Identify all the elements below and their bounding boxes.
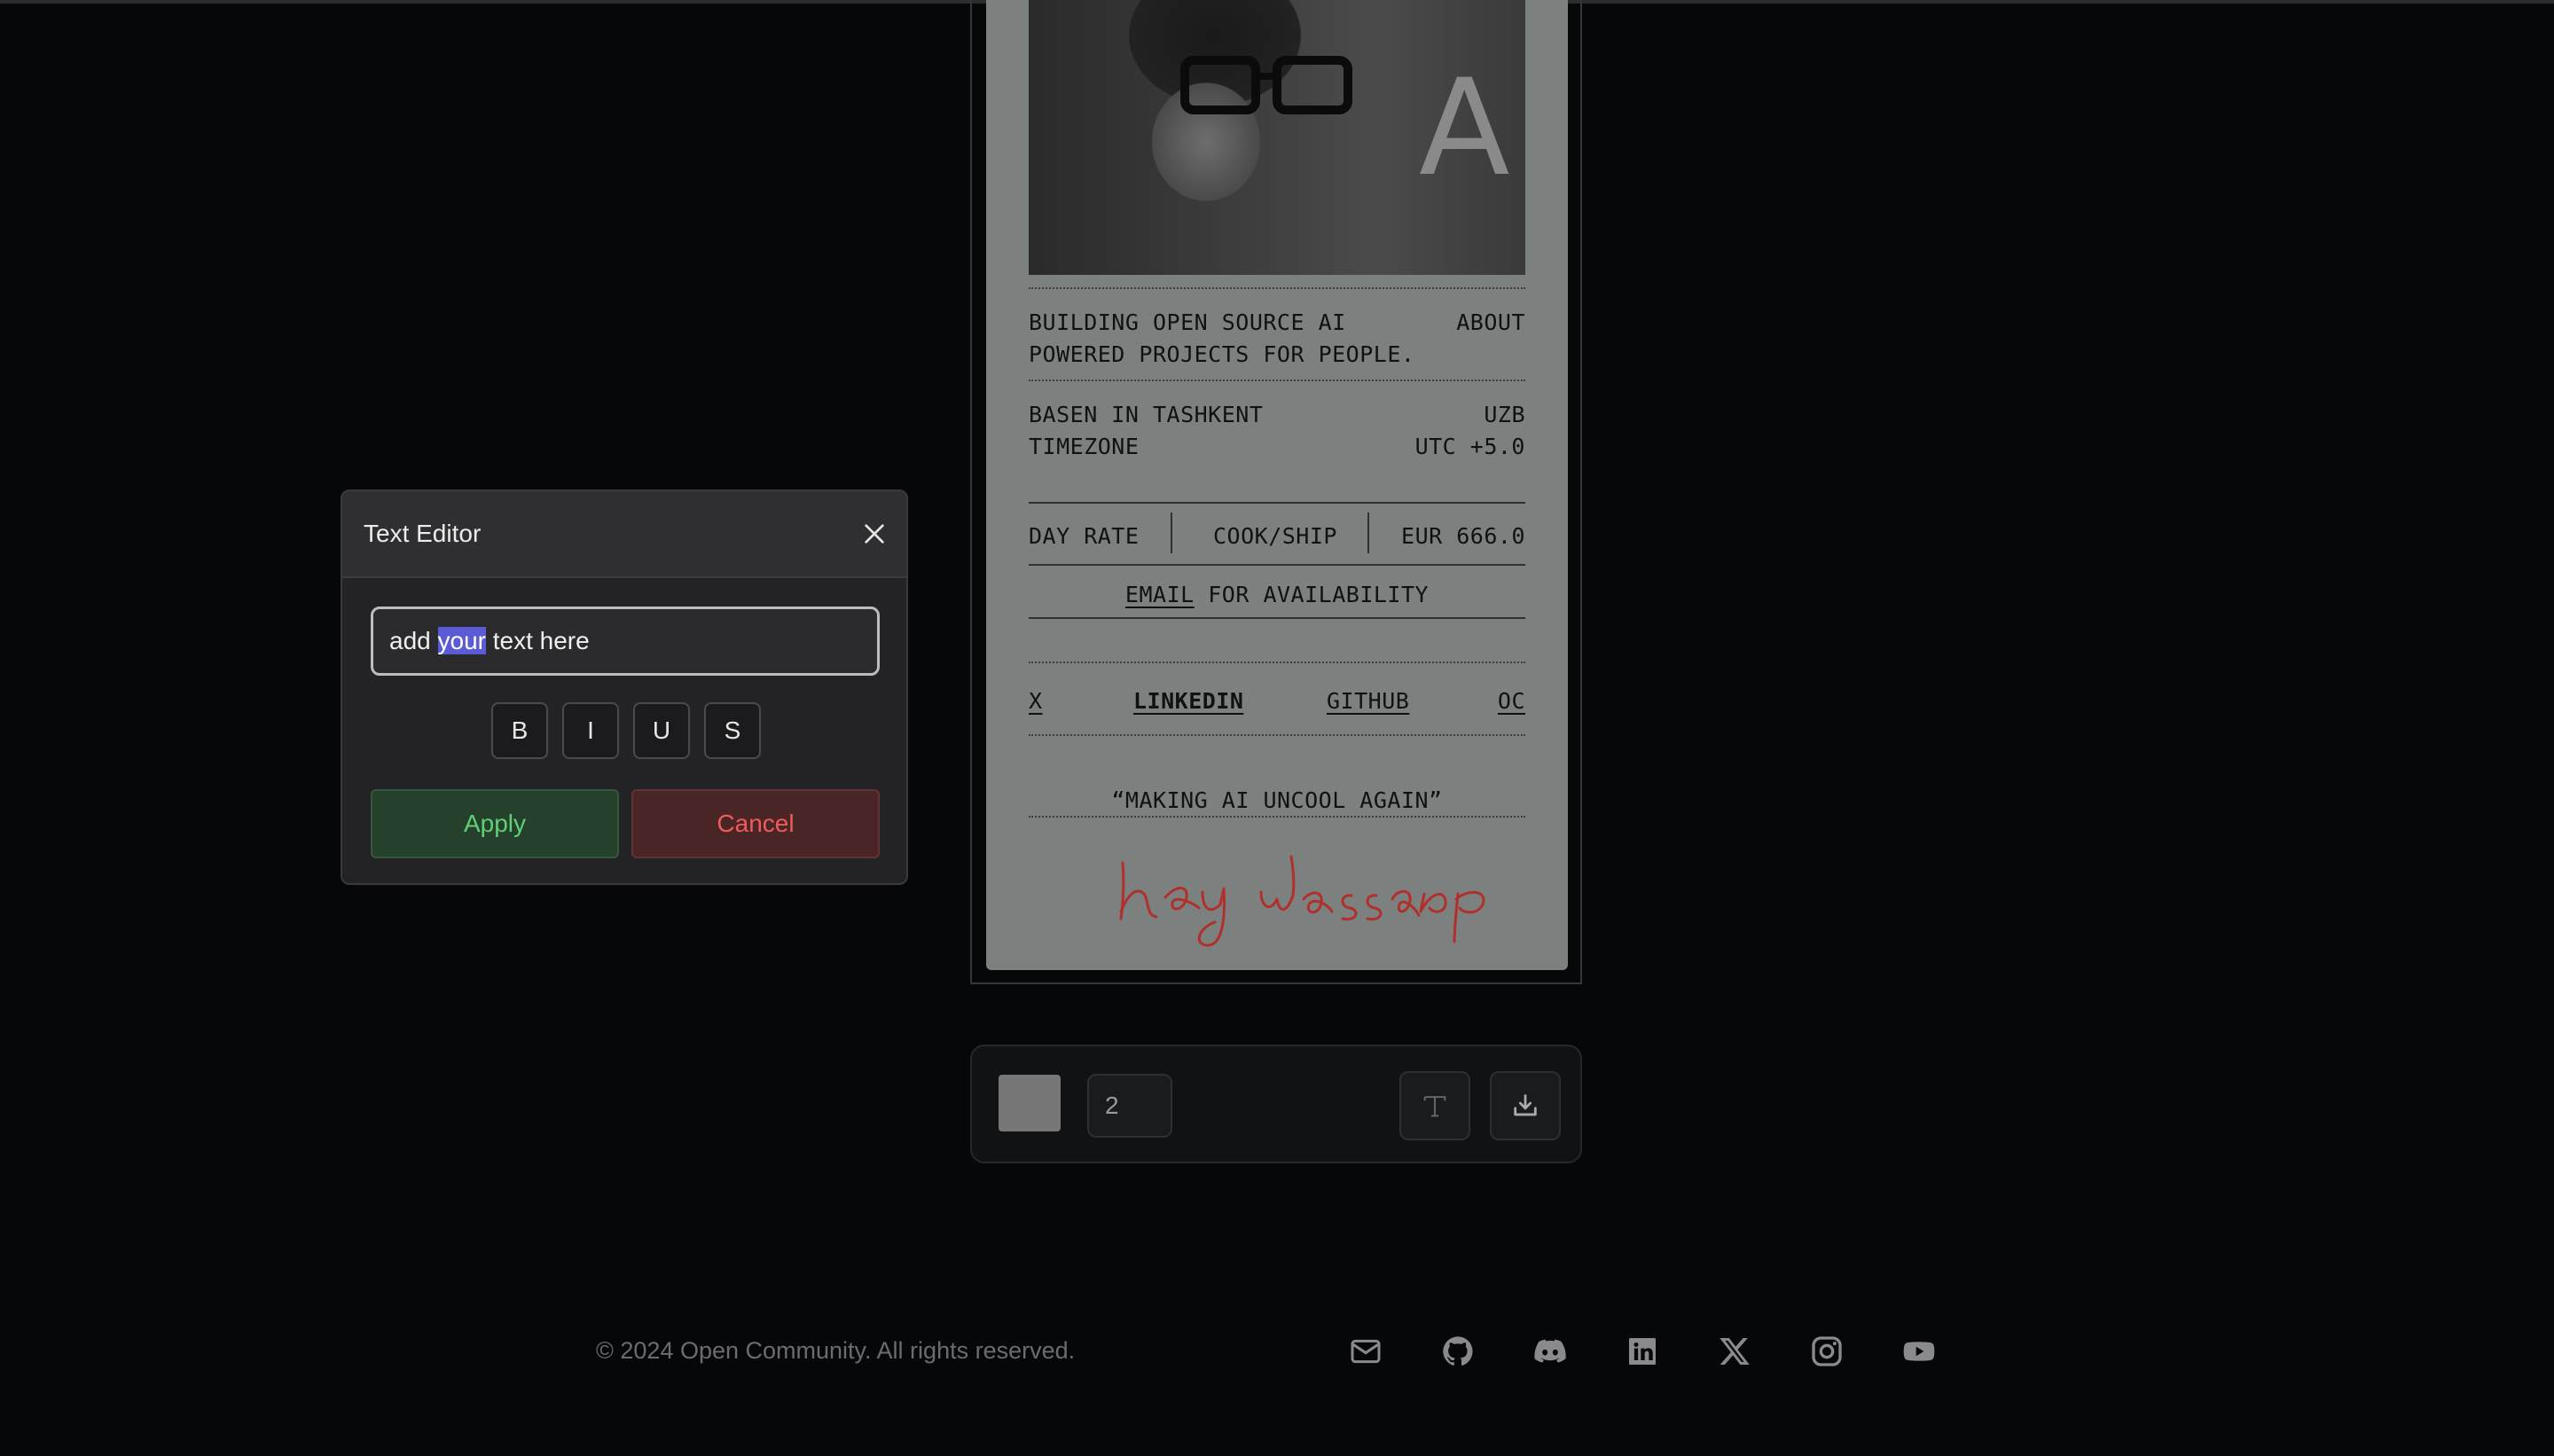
brush-size-input[interactable]: 2 [1087,1074,1172,1138]
location-values: UZB UTC +5.0 [1415,399,1525,463]
signature-drawing [1119,855,1485,947]
divider [1029,816,1525,818]
about-label: ABOUT [1456,309,1525,335]
link-x[interactable]: X [1029,688,1043,714]
dialog-header: Text Editor [342,491,906,578]
youtube-icon[interactable] [1901,1334,1940,1373]
underline-button[interactable]: U [633,702,690,759]
tagline-line-2: POWERED PROJECTS FOR PEOPLE. [1029,341,1415,367]
github-icon[interactable] [1440,1334,1479,1373]
rate-row: DAY RATE COOK/SHIP EUR 666.0 [1029,513,1525,553]
rate-role: COOK/SHIP [1213,523,1337,549]
input-selection: your [437,627,486,654]
glasses-shape [1180,56,1352,114]
drawing-toolbar: 2 [970,1045,1582,1163]
link-github[interactable]: GITHUB [1327,688,1409,714]
text-tool-button[interactable] [1399,1071,1470,1140]
mail-icon[interactable] [1348,1334,1387,1373]
x-icon[interactable] [1717,1334,1756,1373]
cancel-button[interactable]: Cancel [631,789,880,858]
divider [1171,513,1172,553]
profile-card[interactable]: A BUILDING OPEN SOURCE AI POWERED PROJEC… [986,0,1568,970]
text-editor-dialog: Text Editor add your text here B I U S A… [341,489,908,885]
tagline-line-1: BUILDING OPEN SOURCE AI [1029,309,1346,335]
download-icon [1514,1094,1537,1116]
quote: “MAKING AI UNCOOL AGAIN” [1111,787,1443,813]
link-oc[interactable]: OC [1498,688,1525,714]
divider [1029,734,1525,736]
rate-value: EUR 666.0 [1401,523,1525,549]
rate-label: DAY RATE [1029,523,1140,549]
divider [1029,617,1525,619]
linkedin-icon[interactable] [1625,1334,1664,1373]
divider [1029,502,1525,504]
background-letter: A [1419,51,1510,206]
input-text-before: add [389,627,438,654]
divider [1029,380,1525,381]
strikethrough-button[interactable]: S [704,702,761,759]
tagline-row: BUILDING OPEN SOURCE AI POWERED PROJECTS… [1029,307,1525,371]
divider [1029,287,1525,289]
bold-button[interactable]: B [491,702,548,759]
divider [1367,513,1369,553]
links-row: X LINKEDIN GITHUB OC [1029,688,1525,715]
italic-button[interactable]: I [562,702,619,759]
timezone-value: UTC +5.0 [1414,434,1525,459]
color-swatch[interactable] [999,1075,1061,1131]
location-row: BASEN IN TASHKENT TIMEZONE UZB UTC +5.0 [1029,399,1525,463]
availability-row: EMAIL FOR AVAILABILITY [1029,582,1525,607]
text-input[interactable]: add your text here [371,607,880,676]
discord-icon[interactable] [1532,1334,1571,1373]
divider [1029,661,1525,663]
availability-text: FOR AVAILABILITY [1208,582,1430,607]
dialog-title: Text Editor [364,520,482,547]
email-link[interactable]: EMAIL [1125,582,1195,607]
download-button[interactable] [1490,1071,1561,1140]
text-icon [1423,1096,1446,1117]
divider [1029,564,1525,566]
copyright-text: © 2024 Open Community. All rights reserv… [596,1337,1076,1364]
input-text-after: text here [485,627,590,654]
apply-button[interactable]: Apply [371,789,619,858]
instagram-icon[interactable] [1809,1334,1848,1373]
profile-photo: A [1029,0,1525,275]
close-icon[interactable] [860,520,889,548]
country-value: UZB [1484,402,1525,427]
link-linkedin[interactable]: LINKEDIN [1133,688,1243,714]
